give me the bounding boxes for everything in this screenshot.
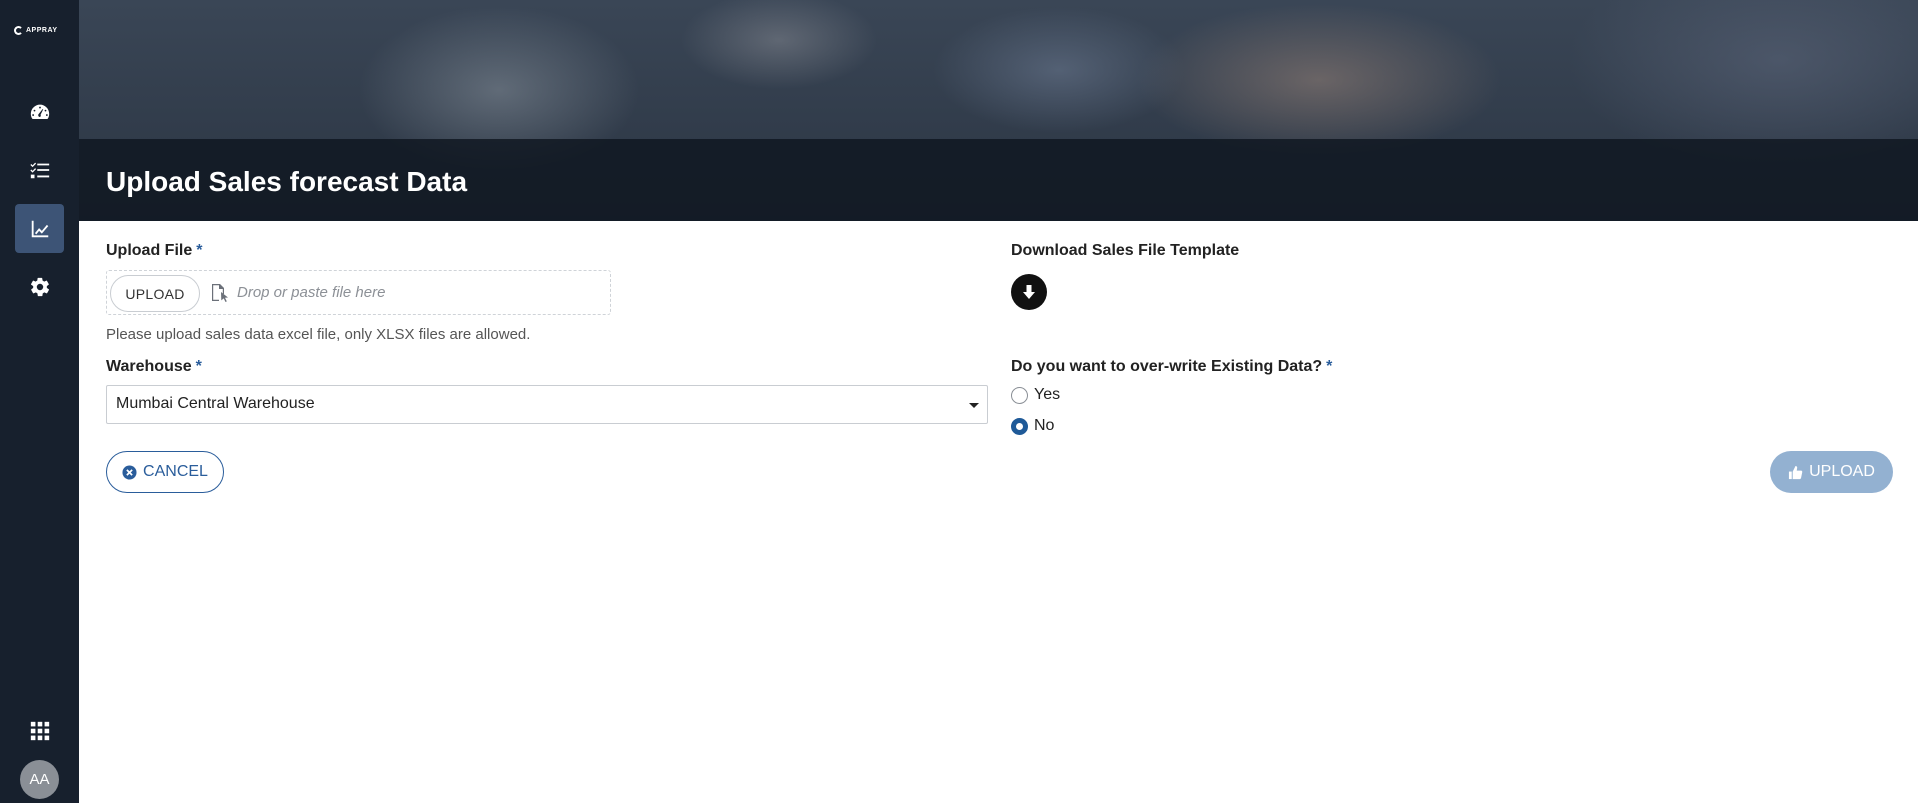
page-title: Upload Sales forecast Data bbox=[106, 166, 468, 197]
overwrite-option-no[interactable]: No bbox=[1011, 417, 1054, 435]
warehouse-label-text: Warehouse bbox=[106, 358, 192, 375]
caret-down-icon bbox=[969, 403, 979, 408]
warehouse-select[interactable]: Mumbai Central Warehouse bbox=[106, 385, 988, 424]
radio-yes[interactable] bbox=[1011, 386, 1028, 404]
sidebar-item-settings[interactable] bbox=[15, 262, 64, 311]
times-circle-icon bbox=[122, 464, 137, 480]
radio-yes-label: Yes bbox=[1034, 386, 1061, 403]
overwrite-option-yes[interactable]: Yes bbox=[1011, 386, 1060, 404]
speedometer-icon bbox=[30, 104, 49, 119]
radio-no[interactable] bbox=[1011, 417, 1028, 435]
overwrite-label-text: Do you want to over-write Existing Data? bbox=[1011, 358, 1323, 375]
upload-submit-label: UPLOAD bbox=[1809, 463, 1875, 480]
apps-launcher[interactable] bbox=[15, 706, 64, 755]
download-arrow-icon bbox=[1023, 285, 1035, 299]
file-upload-button[interactable]: UPLOAD bbox=[110, 275, 200, 312]
template-label: Download Sales File Template bbox=[1011, 242, 1240, 259]
logo-text: APPRAY bbox=[26, 26, 58, 34]
overwrite-label: Do you want to over-write Existing Data?… bbox=[1011, 358, 1332, 376]
download-template-button[interactable] bbox=[1011, 274, 1047, 310]
sidebar-item-tasks[interactable] bbox=[15, 145, 64, 194]
line-chart-icon bbox=[31, 220, 48, 237]
required-mark: * bbox=[1326, 358, 1333, 375]
checklist-icon bbox=[29, 162, 49, 178]
required-mark: * bbox=[195, 358, 202, 375]
cancel-button-label: CANCEL bbox=[143, 463, 208, 480]
radio-no-label: No bbox=[1034, 417, 1055, 434]
user-avatar[interactable]: AA bbox=[20, 760, 59, 799]
page-banner: Upload Sales forecast Data bbox=[79, 0, 1918, 221]
logo-mark-icon bbox=[14, 25, 23, 35]
sidebar-item-forecast[interactable] bbox=[15, 204, 64, 253]
drop-placeholder: Drop or paste file here bbox=[237, 284, 386, 301]
sidebar-item-dashboard[interactable] bbox=[15, 87, 64, 136]
upload-file-label: Upload File * bbox=[106, 242, 202, 260]
upload-file-label-text: Upload File bbox=[106, 242, 193, 259]
file-cursor-icon bbox=[212, 284, 228, 302]
sidebar: APPRAY AA bbox=[0, 0, 79, 803]
warehouse-label: Warehouse * bbox=[106, 358, 202, 376]
required-mark: * bbox=[196, 242, 203, 259]
upload-hint: Please upload sales data excel file, onl… bbox=[106, 326, 531, 343]
cancel-button[interactable]: CANCEL bbox=[106, 451, 224, 493]
warehouse-selected-value: Mumbai Central Warehouse bbox=[116, 395, 315, 412]
grid-apps-icon bbox=[30, 721, 49, 740]
thumbs-up-icon bbox=[1789, 465, 1803, 479]
gear-icon bbox=[30, 277, 49, 296]
upload-submit-button[interactable]: UPLOAD bbox=[1770, 451, 1893, 493]
file-drop-zone[interactable]: UPLOAD Drop or paste file here bbox=[106, 270, 611, 315]
app-logo[interactable]: APPRAY bbox=[14, 22, 64, 38]
